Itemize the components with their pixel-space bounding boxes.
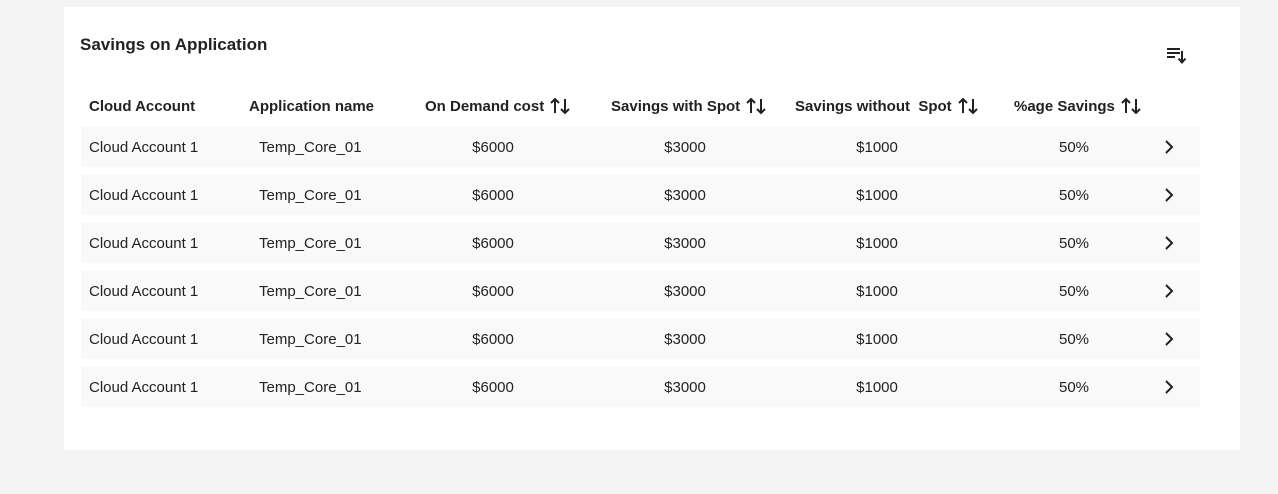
cell-percent-savings: 50% xyxy=(1058,330,1090,348)
cell-savings-without-spot: $1000 xyxy=(856,234,898,252)
cell-cloud-account: Cloud Account 1 xyxy=(89,234,199,252)
cell-savings-with-spot: $3000 xyxy=(664,234,706,252)
sort-arrows-icon[interactable] xyxy=(549,96,571,116)
table-row[interactable]: Cloud Account 1 Temp_Core_01 $6000 $3000… xyxy=(81,367,1200,407)
table-row[interactable]: Cloud Account 1 Temp_Core_01 $6000 $3000… xyxy=(81,223,1200,263)
column-header-on-demand-cost[interactable]: On Demand cost xyxy=(425,93,571,119)
column-header-label: Savings with Spot xyxy=(611,97,741,115)
column-header-application-name: Application name xyxy=(249,93,374,119)
cell-cloud-account: Cloud Account 1 xyxy=(89,186,199,204)
cell-on-demand-cost: $6000 xyxy=(472,378,514,396)
sort-arrows-icon[interactable] xyxy=(745,96,767,116)
cell-percent-savings: 50% xyxy=(1058,378,1090,396)
cell-application-name: Temp_Core_01 xyxy=(259,378,362,396)
cell-savings-without-spot: $1000 xyxy=(856,138,898,156)
cell-cloud-account: Cloud Account 1 xyxy=(89,282,199,300)
cell-on-demand-cost: $6000 xyxy=(472,138,514,156)
cell-application-name: Temp_Core_01 xyxy=(259,330,362,348)
column-header-label: On Demand cost xyxy=(425,97,545,115)
cell-application-name: Temp_Core_01 xyxy=(259,138,362,156)
cell-savings-without-spot: $1000 xyxy=(856,330,898,348)
card-title: Savings on Application xyxy=(80,35,268,54)
table-row[interactable]: Cloud Account 1 Temp_Core_01 $6000 $3000… xyxy=(81,319,1200,359)
cell-application-name: Temp_Core_01 xyxy=(259,282,362,300)
table-row[interactable]: Cloud Account 1 Temp_Core_01 $6000 $3000… xyxy=(81,127,1200,167)
cell-on-demand-cost: $6000 xyxy=(472,330,514,348)
cell-percent-savings: 50% xyxy=(1058,234,1090,252)
cell-percent-savings: 50% xyxy=(1058,282,1090,300)
column-header-label: Cloud Account xyxy=(89,97,196,115)
column-header-label: Application name xyxy=(249,97,375,115)
cell-cloud-account: Cloud Account 1 xyxy=(89,378,199,396)
cell-percent-savings: 50% xyxy=(1058,138,1090,156)
sort-arrows-icon[interactable] xyxy=(957,96,979,116)
column-header-savings-without-spot[interactable]: Savings without Spot xyxy=(795,93,979,119)
cell-savings-with-spot: $3000 xyxy=(664,186,706,204)
savings-card: Savings on Application Cloud Account App… xyxy=(64,7,1240,450)
cell-on-demand-cost: $6000 xyxy=(472,234,514,252)
column-header-label: %age Savings xyxy=(1014,97,1115,115)
table-row[interactable]: Cloud Account 1 Temp_Core_01 $6000 $3000… xyxy=(81,271,1200,311)
cell-cloud-account: Cloud Account 1 xyxy=(89,138,199,156)
sort-list-icon[interactable] xyxy=(1164,43,1188,67)
chevron-right-icon[interactable] xyxy=(1159,281,1179,301)
cell-percent-savings: 50% xyxy=(1058,186,1090,204)
table-row[interactable]: Cloud Account 1 Temp_Core_01 $6000 $3000… xyxy=(81,175,1200,215)
cell-savings-without-spot: $1000 xyxy=(856,282,898,300)
table-header: Cloud Account Application name On Demand… xyxy=(81,93,1200,119)
cell-application-name: Temp_Core_01 xyxy=(259,186,362,204)
sort-arrows-icon[interactable] xyxy=(1120,96,1142,116)
cell-on-demand-cost: $6000 xyxy=(472,282,514,300)
column-header-percent-savings[interactable]: %age Savings xyxy=(1014,93,1142,119)
chevron-right-icon[interactable] xyxy=(1159,137,1179,157)
cell-application-name: Temp_Core_01 xyxy=(259,234,362,252)
chevron-right-icon[interactable] xyxy=(1159,233,1179,253)
chevron-right-icon[interactable] xyxy=(1159,377,1179,397)
column-header-savings-with-spot[interactable]: Savings with Spot xyxy=(611,93,767,119)
chevron-right-icon[interactable] xyxy=(1159,185,1179,205)
cell-cloud-account: Cloud Account 1 xyxy=(89,330,199,348)
column-header-label: Savings without Spot xyxy=(795,97,952,115)
cell-savings-with-spot: $3000 xyxy=(664,378,706,396)
cell-on-demand-cost: $6000 xyxy=(472,186,514,204)
cell-savings-without-spot: $1000 xyxy=(856,186,898,204)
chevron-right-icon[interactable] xyxy=(1159,329,1179,349)
cell-savings-without-spot: $1000 xyxy=(856,378,898,396)
cell-savings-with-spot: $3000 xyxy=(664,330,706,348)
cell-savings-with-spot: $3000 xyxy=(664,282,706,300)
column-header-cloud-account: Cloud Account xyxy=(89,93,195,119)
cell-savings-with-spot: $3000 xyxy=(664,138,706,156)
